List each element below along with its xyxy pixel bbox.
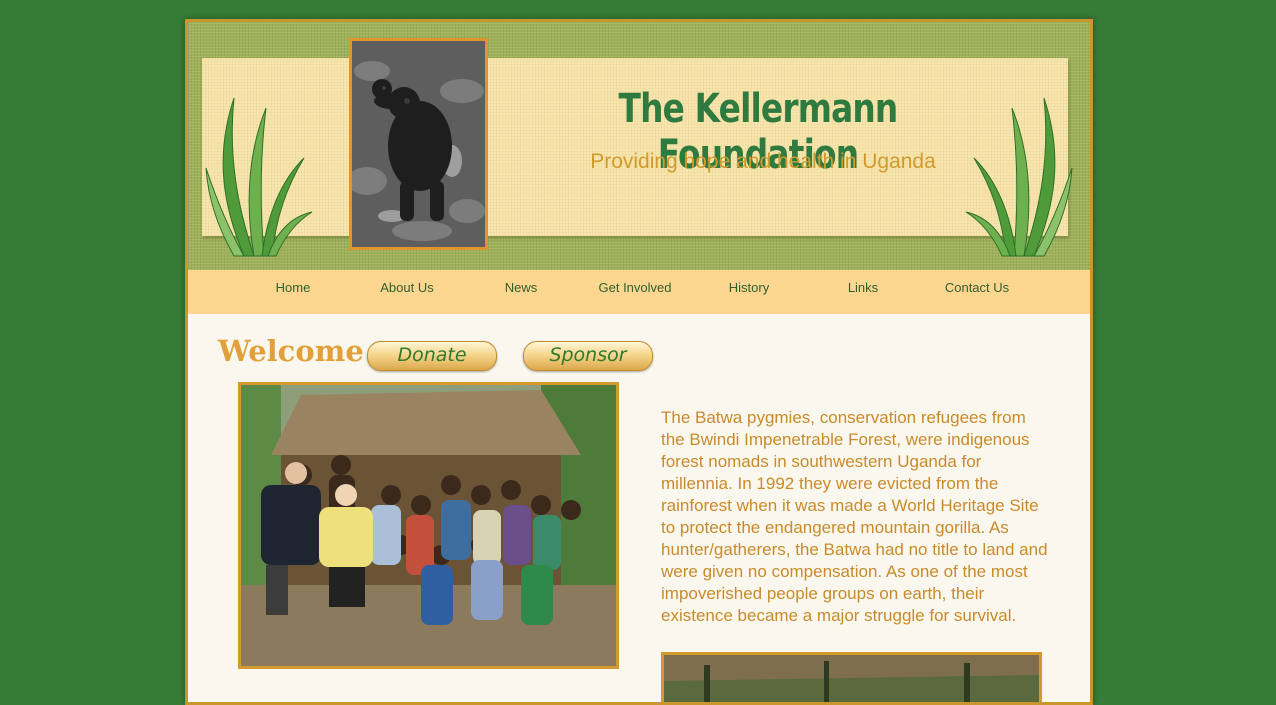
nav-item-get-involved[interactable]: Get Involved: [578, 280, 692, 295]
nav-item-links[interactable]: Links: [806, 280, 920, 295]
grass-left-decoration: [205, 97, 313, 257]
donate-button[interactable]: Donate: [367, 341, 497, 371]
nav-item-history[interactable]: History: [692, 280, 806, 295]
batwa-group-photo: [238, 382, 619, 669]
grass-right-decoration: [965, 97, 1073, 257]
gorilla-photo: [349, 38, 488, 250]
sponsor-button[interactable]: Sponsor: [523, 341, 653, 371]
nav-item-about-us[interactable]: About Us: [350, 280, 464, 295]
main-navigation: Home About Us News Get Involved History …: [188, 270, 1090, 314]
intro-paragraph: The Batwa pygmies, conservation refugees…: [661, 408, 1048, 625]
nav-item-contact-us[interactable]: Contact Us: [920, 280, 1034, 295]
page-container: The Kellermann Foundation Providing hope…: [185, 19, 1093, 705]
nav-item-news[interactable]: News: [464, 280, 578, 295]
site-tagline: Providing hope and health in Uganda: [590, 150, 936, 173]
site-header: The Kellermann Foundation Providing hope…: [188, 22, 1090, 270]
hut-photo: [661, 652, 1042, 702]
welcome-heading: Welcome: [218, 334, 364, 368]
nav-item-home[interactable]: Home: [236, 280, 350, 295]
